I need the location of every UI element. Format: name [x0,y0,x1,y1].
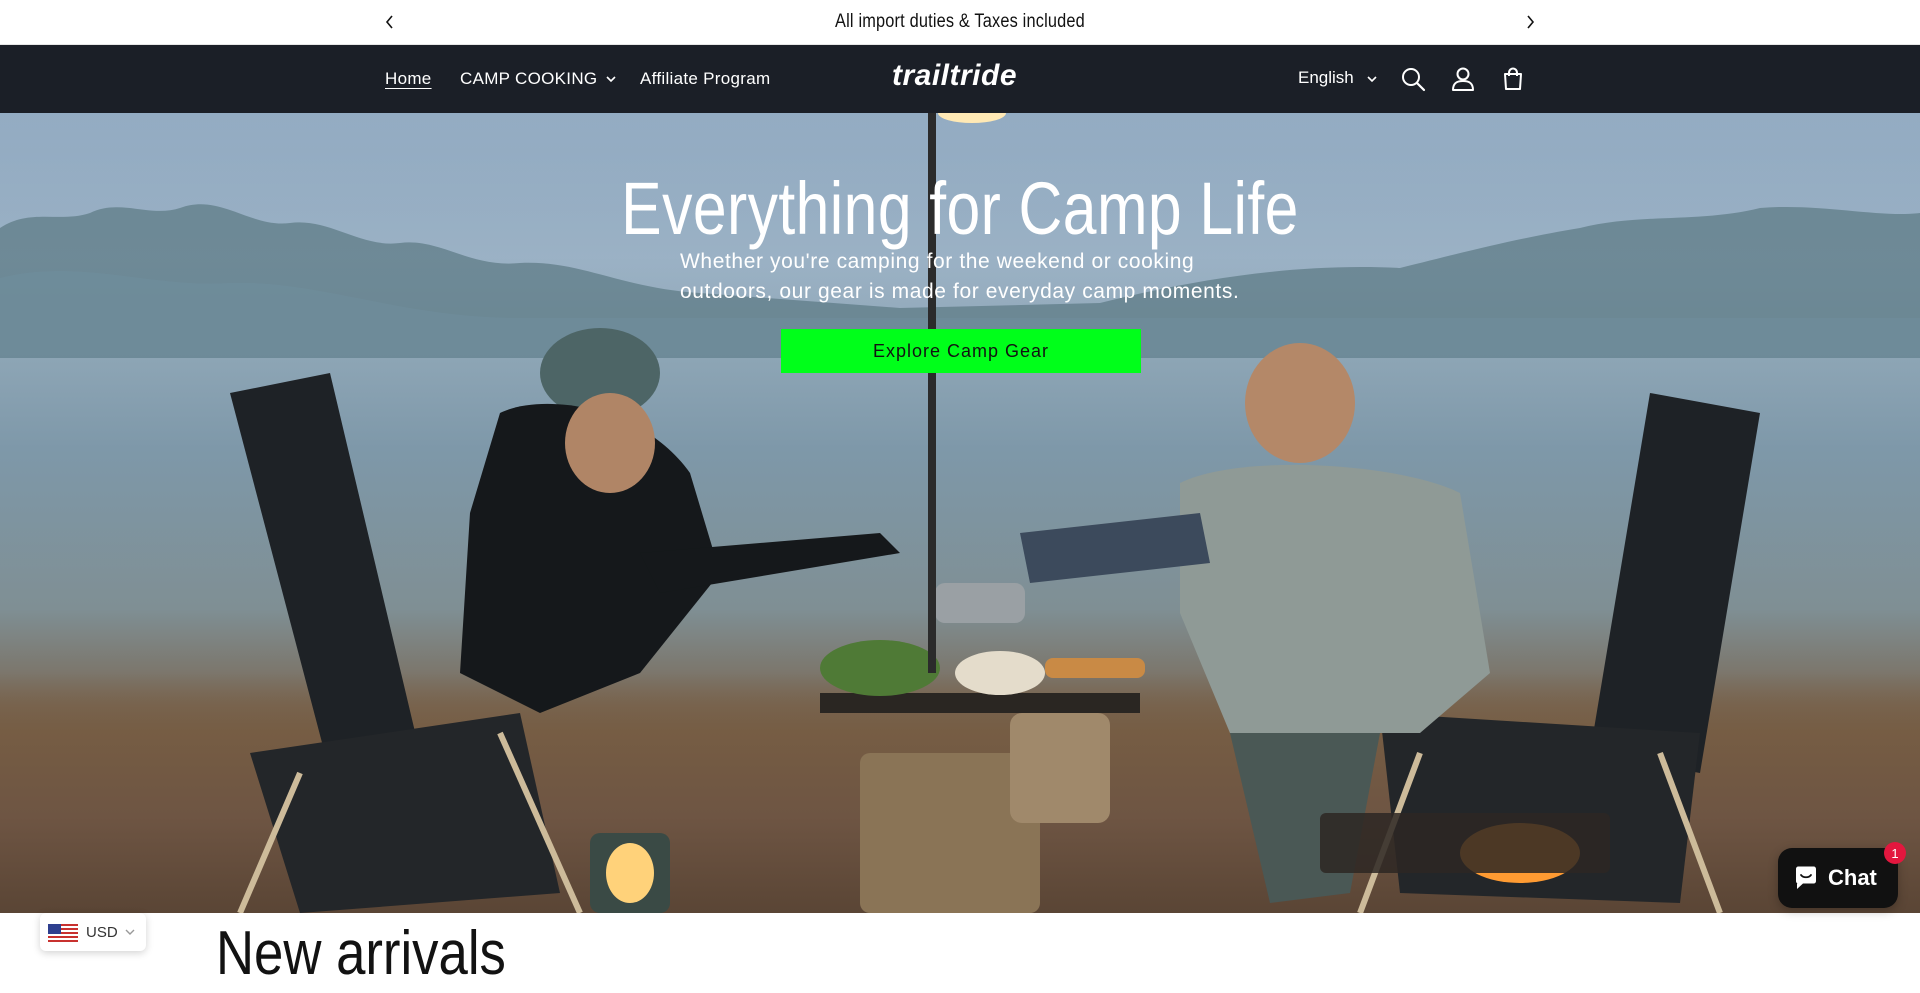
nav-home-link[interactable]: Home [385,69,432,89]
chevron-down-icon[interactable] [605,73,617,85]
chevron-down-icon [125,929,135,935]
search-icon[interactable] [1399,65,1427,93]
language-selector[interactable]: English [1298,68,1354,88]
chevron-down-icon[interactable] [1366,73,1378,85]
chat-button[interactable]: Chat [1778,848,1898,908]
hero-subtitle: Whether you're camping for the weekend o… [680,250,1240,303]
new-arrivals-heading: New arrivals [216,919,506,988]
nav-affiliate-program-link[interactable]: Affiliate Program [640,69,770,89]
site-logo[interactable]: trailtride [892,59,1017,93]
chat-label: Chat [1828,865,1877,890]
nav-camp-cooking-link[interactable]: CAMP COOKING [460,69,597,89]
cart-icon[interactable] [1499,65,1527,93]
chat-bubble-icon [1796,866,1816,889]
announcement-next-button[interactable] [1519,11,1541,33]
hero-title: Everything for Camp Life [621,167,1299,250]
site-header: Home CAMP COOKING Affiliate Program trai… [0,45,1920,113]
account-icon[interactable] [1449,65,1477,93]
hero-banner: Everything for Camp Life Whether you're … [0,113,1920,913]
us-flag-icon [48,924,78,942]
currency-selector[interactable]: USD [40,913,146,951]
announcement-bar: All import duties & Taxes included [0,0,1920,45]
explore-camp-gear-button[interactable]: Explore Camp Gear [781,329,1141,373]
chevron-right-icon [1527,15,1535,29]
chat-notification-badge: 1 [1884,842,1906,864]
currency-code: USD [86,924,118,941]
